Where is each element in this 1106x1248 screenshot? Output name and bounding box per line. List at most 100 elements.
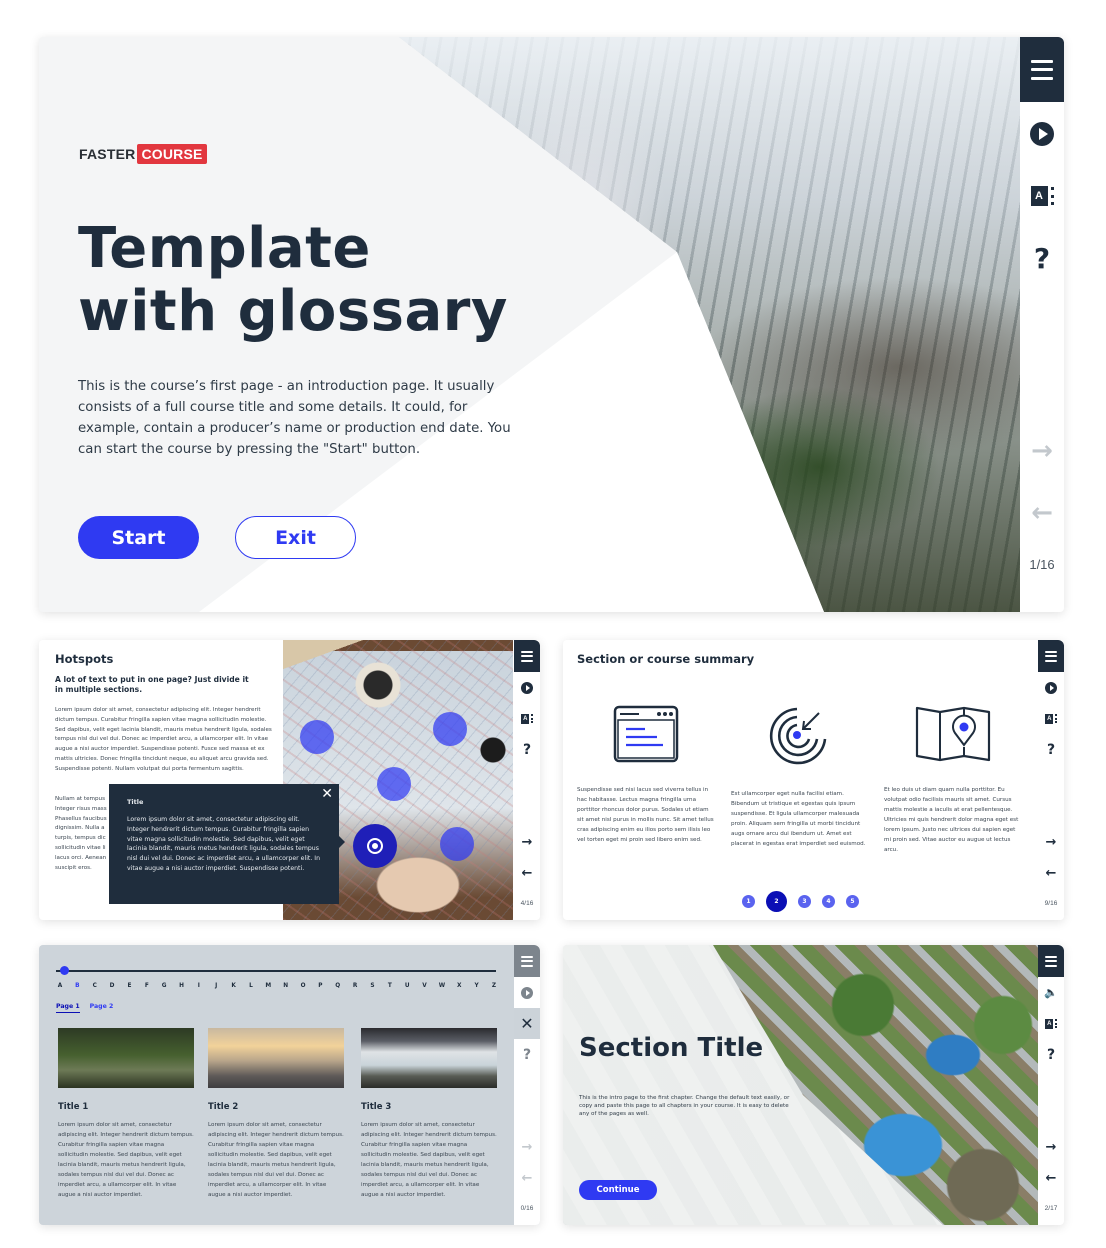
page-dot-4[interactable]: 4 — [822, 895, 835, 908]
letter-z[interactable]: Z — [490, 983, 498, 989]
start-button[interactable]: Start — [78, 516, 199, 559]
play-button[interactable] — [1020, 102, 1064, 166]
slide-hotspots: Hotspots A lot of text to put in one pag… — [39, 640, 540, 920]
glossary-item-2: Title 2 Lorem ipsum dolor sit amet, cons… — [208, 1028, 344, 1200]
question-icon: ? — [1046, 741, 1056, 758]
section-title: Section Title — [579, 1033, 764, 1063]
letter-n[interactable]: N — [282, 983, 290, 989]
prev-button[interactable]: ← — [514, 858, 540, 889]
faster-course-logo: FASTER COURSE — [79, 144, 207, 164]
menu-button[interactable] — [514, 945, 540, 977]
prev-button[interactable]: ← — [1038, 858, 1064, 889]
city-sunset-thumbnail — [208, 1028, 344, 1088]
hotspot-1[interactable] — [300, 720, 334, 754]
next-button[interactable]: → — [1038, 1132, 1064, 1163]
letter-slider-handle[interactable] — [60, 966, 69, 975]
letter-u[interactable]: U — [403, 983, 411, 989]
question-icon: ? — [1033, 241, 1051, 275]
summary-text-2: Est ullamcorper eget nulla facilisi etia… — [731, 791, 866, 847]
close-glossary-button[interactable]: ✕ — [514, 1008, 540, 1039]
letter-l[interactable]: L — [247, 983, 255, 989]
letter-s[interactable]: S — [368, 983, 376, 989]
letter-e[interactable]: E — [125, 983, 133, 989]
tab-page-2[interactable]: Page 2 — [90, 1003, 114, 1013]
letter-slider-track[interactable] — [56, 970, 496, 972]
letter-t[interactable]: T — [386, 983, 394, 989]
prev-button[interactable]: ← — [514, 1163, 540, 1194]
letter-i[interactable]: I — [195, 983, 203, 989]
menu-button[interactable] — [1038, 945, 1064, 977]
play-circle-icon — [521, 986, 533, 999]
hamburger-icon — [521, 650, 533, 662]
glossary-button[interactable]: A — [1038, 1008, 1064, 1039]
play-circle-icon — [1030, 122, 1054, 146]
help-button[interactable]: ? — [514, 734, 540, 765]
tab-page-1[interactable]: Page 1 — [56, 1003, 80, 1013]
hamburger-icon — [1031, 59, 1053, 80]
menu-button[interactable] — [1038, 640, 1064, 672]
course-sidebar: A ? → ← 1/16 — [1020, 37, 1064, 612]
play-circle-icon — [1045, 681, 1057, 694]
hotspot-2[interactable] — [433, 712, 467, 746]
next-button[interactable]: → — [514, 1132, 540, 1163]
letter-g[interactable]: G — [160, 983, 168, 989]
letter-x[interactable]: X — [455, 983, 463, 989]
help-button[interactable]: ? — [1020, 226, 1064, 290]
letter-a[interactable]: A — [56, 983, 64, 989]
next-button[interactable]: → — [514, 827, 540, 858]
play-button[interactable] — [514, 977, 540, 1008]
sound-button[interactable]: 🔈 — [1038, 977, 1064, 1008]
hotspot-3[interactable] — [377, 767, 411, 801]
help-button[interactable]: ? — [1038, 1039, 1064, 1070]
slide-summary: Section or course summary Suspendisse se… — [563, 640, 1064, 920]
question-icon: ? — [522, 1046, 532, 1063]
prev-button[interactable]: ← — [1020, 482, 1064, 544]
page-dot-5[interactable]: 5 — [846, 895, 859, 908]
letter-b[interactable]: B — [73, 983, 81, 989]
hotspot-4[interactable] — [440, 827, 474, 861]
letter-r[interactable]: R — [351, 983, 359, 989]
arrow-left-icon: ← — [1031, 498, 1053, 528]
section-description: This is the intro page to the first chap… — [579, 1095, 790, 1117]
letter-o[interactable]: O — [299, 983, 307, 989]
page-dot-1[interactable]: 1 — [742, 895, 755, 908]
help-button[interactable]: ? — [1038, 734, 1064, 765]
letter-h[interactable]: H — [178, 983, 186, 989]
glossary-button[interactable]: A — [1020, 166, 1064, 226]
next-button[interactable]: → — [1038, 827, 1064, 858]
item-title: Title 2 — [208, 1102, 239, 1112]
menu-button[interactable] — [1020, 37, 1064, 102]
letter-w[interactable]: W — [438, 983, 446, 989]
prev-button[interactable]: ← — [1038, 1163, 1064, 1194]
next-button[interactable]: → — [1020, 420, 1064, 482]
letter-f[interactable]: F — [143, 983, 151, 989]
play-button[interactable] — [1038, 672, 1064, 703]
hotspot-5-active[interactable] — [353, 824, 397, 868]
body-text-2: Nullam at tempus Integer risus mass Phas… — [55, 796, 107, 871]
close-icon[interactable]: ✕ — [321, 786, 333, 802]
page-counter: 1/16 — [1029, 556, 1055, 572]
page-dot-2-active[interactable]: 2 — [766, 891, 787, 912]
letter-q[interactable]: Q — [334, 983, 342, 989]
hamburger-icon — [1045, 955, 1057, 967]
help-button[interactable]: ? — [514, 1039, 540, 1070]
letter-c[interactable]: C — [91, 983, 99, 989]
letter-d[interactable]: D — [108, 983, 116, 989]
letter-k[interactable]: K — [230, 983, 238, 989]
play-button[interactable] — [514, 672, 540, 703]
letter-j[interactable]: J — [212, 983, 220, 989]
exit-button[interactable]: Exit — [235, 516, 356, 559]
slide-glossary: A B C D E F G H I J K L M N O P Q R S T U V W X Y Z Page 1 Page 2… — [39, 945, 540, 1225]
page-title: Template with glossary — [78, 217, 508, 343]
logo-text-faster: FASTER — [79, 146, 136, 162]
letter-v[interactable]: V — [421, 983, 429, 989]
continue-button[interactable]: Continue — [579, 1180, 657, 1200]
menu-button[interactable] — [514, 640, 540, 672]
letter-m[interactable]: M — [264, 983, 272, 989]
glossary-button[interactable]: A — [1038, 703, 1064, 734]
letter-p[interactable]: P — [316, 983, 324, 989]
glossary-button[interactable]: A — [514, 703, 540, 734]
letter-y[interactable]: Y — [473, 983, 481, 989]
arrow-right-icon: → — [1031, 436, 1053, 466]
page-dot-3[interactable]: 3 — [798, 895, 811, 908]
